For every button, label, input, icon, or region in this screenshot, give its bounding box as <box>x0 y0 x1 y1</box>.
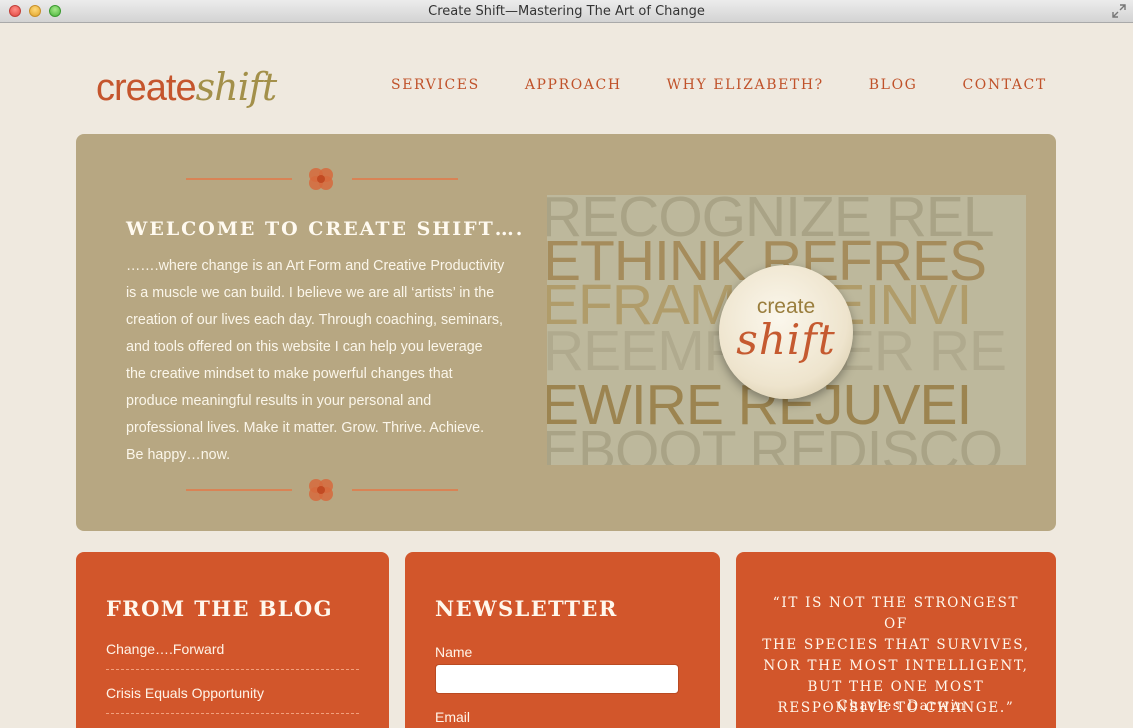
hero-line: produce meaningful results in your perso… <box>126 393 432 409</box>
main-nav: SERVICES APPROACH WHY ELIZABETH? BLOG CO… <box>391 77 1092 93</box>
page: createshift SERVICES APPROACH WHY ELIZAB… <box>0 23 1133 728</box>
hero-line: is a muscle we can build. I believe we a… <box>126 285 495 301</box>
hero-line: Be happy…now. <box>126 447 231 463</box>
flower-ornament-icon <box>309 479 333 501</box>
quote-author: - Charles Darwin <box>825 698 967 714</box>
newsletter-title: NEWSLETTER <box>435 596 618 621</box>
email-label: Email <box>435 709 471 725</box>
newsletter-card: NEWSLETTER Name Email <box>405 552 720 728</box>
nav-blog[interactable]: BLOG <box>869 77 918 93</box>
hero-line: creation of our lives each day. Through … <box>126 312 503 328</box>
blog-post-link[interactable]: Change….Forward <box>106 641 359 670</box>
site-logo[interactable]: createshift <box>96 65 277 110</box>
name-input[interactable] <box>435 664 679 694</box>
hero-title: WELCOME TO CREATE SHIFT…. <box>126 218 525 240</box>
hero-line: the creative mindset to make powerful ch… <box>126 366 453 382</box>
fullscreen-icon[interactable] <box>1112 4 1126 18</box>
nav-contact[interactable]: CONTACT <box>962 77 1046 93</box>
nav-services[interactable]: SERVICES <box>391 77 480 93</box>
quote-line: “IT IS NOT THE STRONGEST OF <box>772 595 1020 632</box>
bottom-ornament <box>186 477 458 503</box>
top-ornament <box>186 166 458 192</box>
blog-card: FROM THE BLOG Change….Forward Crisis Equ… <box>76 552 389 728</box>
logo-word-shift: shift <box>195 65 277 109</box>
logo-word-create: create <box>96 67 197 109</box>
hero-line: professional lives. Make it matter. Grow… <box>126 420 485 436</box>
create-shift-badge: create shift <box>719 265 853 399</box>
quote-line: BUT THE ONE MOST <box>807 679 985 695</box>
hero-intro-text: …….where change is an Art Form and Creat… <box>126 253 521 469</box>
hero-line: …….where change is an Art Form and Creat… <box>126 258 505 274</box>
quote-card: “IT IS NOT THE STRONGEST OF THE SPECIES … <box>736 552 1056 728</box>
badge-word-shift: shift <box>736 315 836 364</box>
hero-panel: WELCOME TO CREATE SHIFT…. …….where chang… <box>76 134 1056 531</box>
collage-word-row: EBOOT REDISCO <box>547 419 1003 466</box>
nav-why-elizabeth[interactable]: WHY ELIZABETH? <box>667 77 824 93</box>
blog-title: FROM THE BLOG <box>106 596 333 621</box>
flower-ornament-icon <box>309 168 333 190</box>
name-label: Name <box>435 644 473 660</box>
window-titlebar: Create Shift—Mastering The Art of Change <box>0 0 1133 23</box>
hero-word-collage-image: RECOGNIZE REL ETHINK REFRES EFRAME REINV… <box>547 195 1026 465</box>
quote-line: NOR THE MOST INTELLIGENT, <box>763 658 1029 674</box>
quote-line: THE SPECIES THAT SURVIVES, <box>762 637 1030 653</box>
nav-approach[interactable]: APPROACH <box>525 77 622 93</box>
window-title: Create Shift—Mastering The Art of Change <box>428 4 705 19</box>
hero-line: and tools offered on this website I can … <box>126 339 483 355</box>
blog-post-link[interactable]: Crisis Equals Opportunity <box>106 685 359 714</box>
